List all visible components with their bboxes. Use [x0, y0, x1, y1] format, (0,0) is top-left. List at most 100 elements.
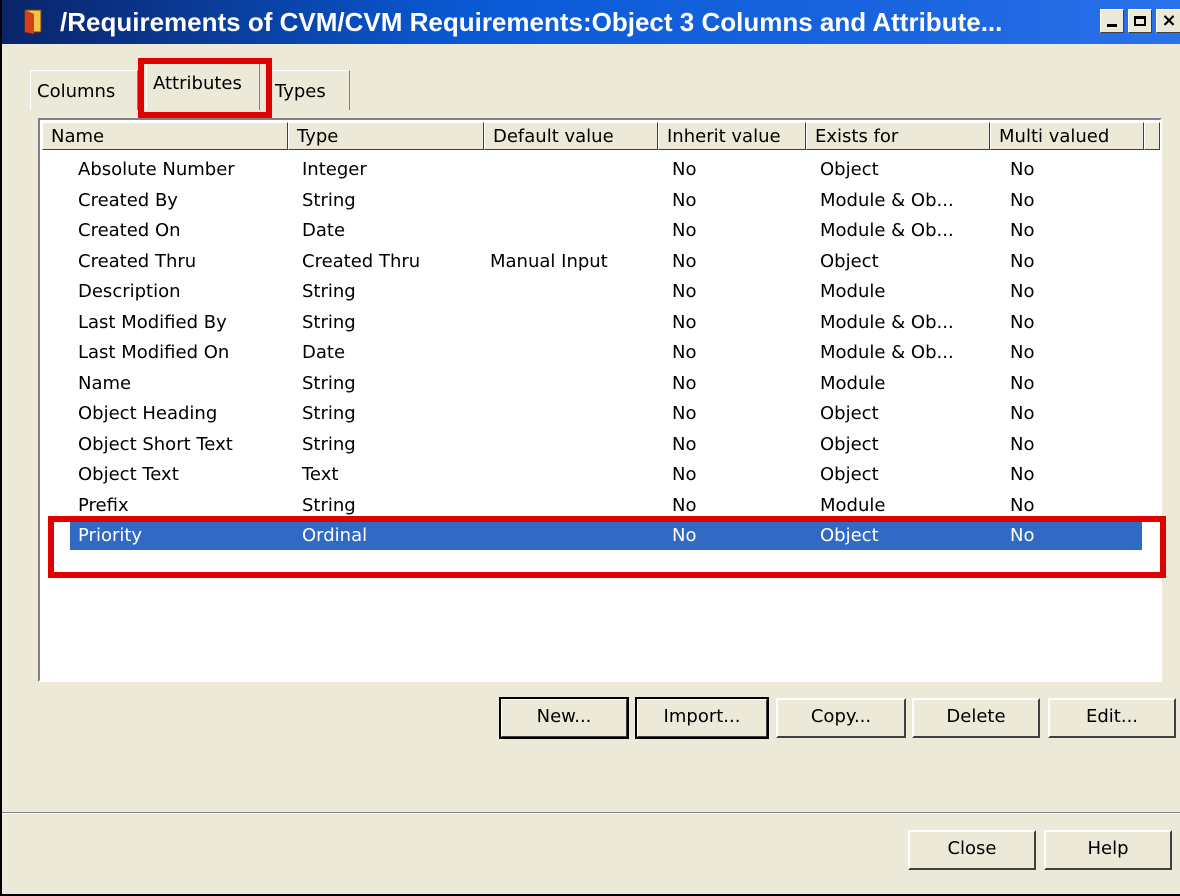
maximize-button[interactable] — [1128, 9, 1152, 33]
cell-inherit-value: No — [672, 159, 697, 180]
minimize-icon — [1107, 23, 1117, 27]
cell-name: Last Modified On — [78, 342, 230, 363]
cell-inherit-value: No — [672, 464, 697, 485]
cell-exists-for: Object — [820, 464, 879, 485]
cell-multi-valued: No — [1010, 159, 1035, 180]
app-icon — [24, 9, 42, 34]
cell-name: Priority — [78, 525, 143, 546]
cell-name: Prefix — [78, 494, 129, 516]
cell-type: Date — [302, 220, 346, 241]
new-button[interactable]: New... — [499, 697, 629, 739]
tab-columns[interactable]: Columns — [30, 70, 138, 110]
cell-exists-for: Module & Ob... — [820, 220, 954, 241]
cell-name: Last Modified By — [78, 311, 227, 333]
cell-inherit-value: No — [672, 281, 697, 302]
edit-button[interactable]: Edit... — [1048, 698, 1176, 738]
cell-inherit-value: No — [672, 220, 697, 241]
close-button[interactable]: Close — [908, 830, 1036, 870]
cell-type: Created Thru — [302, 250, 421, 272]
cell-exists-for: Module & Ob... — [820, 342, 954, 363]
delete-button[interactable]: Delete — [912, 698, 1040, 738]
cell-name: Object Heading — [78, 403, 218, 424]
cell-exists-for: Module — [820, 494, 886, 516]
cell-multi-valued: No — [1010, 433, 1035, 455]
cell-type: String — [302, 494, 356, 516]
cell-type: Ordinal — [302, 525, 368, 546]
separator — [2, 812, 1180, 814]
cell-type: Text — [302, 464, 339, 485]
help-button[interactable]: Help — [1044, 830, 1172, 870]
cell-name: Created On — [78, 220, 181, 241]
cell-name: Absolute Number — [78, 159, 235, 180]
cell-type: Date — [302, 342, 346, 363]
cell-exists-for: Module & Ob... — [820, 189, 954, 211]
table-row[interactable]: Name String No Module No — [70, 370, 1142, 398]
cell-exists-for: Object — [820, 525, 879, 546]
table-row[interactable]: Object Short Text String No Object No — [70, 431, 1142, 459]
column-header-filler — [1144, 122, 1160, 150]
cell-inherit-value: No — [672, 494, 697, 516]
cell-type: String — [302, 281, 356, 302]
title-bar[interactable]: /Requirements of CVM/CVM Requirements:Ob… — [2, 0, 1180, 44]
cell-name: Object Short Text — [78, 433, 233, 455]
copy-button[interactable]: Copy... — [776, 698, 906, 738]
cell-inherit-value: No — [672, 311, 697, 333]
cell-multi-valued: No — [1010, 372, 1035, 394]
cell-exists-for: Module — [820, 281, 886, 302]
tab-columns-label: Columns — [37, 81, 116, 102]
cell-exists-for: Object — [820, 159, 879, 180]
window-title: /Requirements of CVM/CVM Requirements:Ob… — [60, 7, 1003, 37]
close-icon: × — [1161, 10, 1177, 31]
table-row[interactable]: Created On Date No Module & Ob... No — [70, 217, 1142, 245]
table-row[interactable]: Object Heading String No Object No — [70, 400, 1142, 428]
cell-multi-valued: No — [1010, 281, 1035, 302]
cell-exists-for: Object — [820, 433, 879, 455]
attributes-list[interactable]: Name Type Default value Inherit value Ex… — [38, 118, 1162, 682]
cell-multi-valued: No — [1010, 220, 1035, 241]
table-row[interactable]: Object Text Text No Object No — [70, 461, 1142, 489]
table-row[interactable]: Prefix String No Module No — [70, 492, 1142, 520]
column-header-inherit-value[interactable]: Inherit value — [658, 122, 806, 150]
table-row[interactable]: Absolute Number Integer No Object No — [70, 156, 1142, 184]
tab-types-label: Types — [275, 81, 326, 102]
column-header-exists-for[interactable]: Exists for — [806, 122, 990, 150]
cell-type: Integer — [302, 159, 367, 180]
maximize-icon — [1134, 16, 1146, 26]
cell-multi-valued: No — [1010, 464, 1035, 485]
cell-type: String — [302, 433, 356, 455]
cell-inherit-value: No — [672, 189, 697, 211]
column-header-name[interactable]: Name — [42, 122, 288, 150]
tab-attributes-label: Attributes — [153, 73, 242, 94]
cell-inherit-value: No — [672, 403, 697, 424]
cell-name: Object Text — [78, 464, 179, 485]
cell-type: String — [302, 189, 356, 211]
table-row[interactable]: Created Thru Created Thru Manual Input No Ob… — [70, 248, 1142, 276]
cell-multi-valued: No — [1010, 342, 1035, 363]
dialog-window: /Requirements of CVM/CVM Requirements:Ob… — [0, 0, 1180, 896]
minimize-button[interactable] — [1100, 9, 1124, 33]
cell-exists-for: Module — [820, 372, 886, 394]
table-row[interactable]: Created By String No Module & Ob... No — [70, 187, 1142, 215]
cell-type: String — [302, 403, 356, 424]
cell-multi-valued: No — [1010, 189, 1035, 211]
close-window-button[interactable]: × — [1156, 9, 1180, 33]
cell-multi-valued: No — [1010, 494, 1035, 516]
cell-name: Created By — [78, 189, 178, 211]
selected-table-row[interactable]: Priority Ordinal No Object No — [70, 522, 1142, 550]
tab-attributes[interactable]: Attributes — [146, 62, 260, 110]
import-button[interactable]: Import... — [635, 697, 769, 739]
table-row[interactable]: Description String No Module No — [70, 278, 1142, 306]
cell-type: String — [302, 311, 356, 333]
column-header-type[interactable]: Type — [288, 122, 484, 150]
column-header-default-value[interactable]: Default value — [484, 122, 658, 150]
cell-inherit-value: No — [672, 250, 697, 272]
cell-inherit-value: No — [672, 433, 697, 455]
tab-types[interactable]: Types — [268, 70, 350, 110]
cell-multi-valued: No — [1010, 250, 1035, 272]
cell-exists-for: Object — [820, 403, 879, 424]
cell-default-value: Manual Input — [490, 250, 608, 272]
cell-name: Name — [78, 372, 132, 394]
table-row[interactable]: Last Modified By String No Module & Ob... No — [70, 309, 1142, 337]
table-row[interactable]: Last Modified On Date No Module & Ob... No — [70, 339, 1142, 367]
column-header-multi-valued[interactable]: Multi valued — [990, 122, 1144, 150]
